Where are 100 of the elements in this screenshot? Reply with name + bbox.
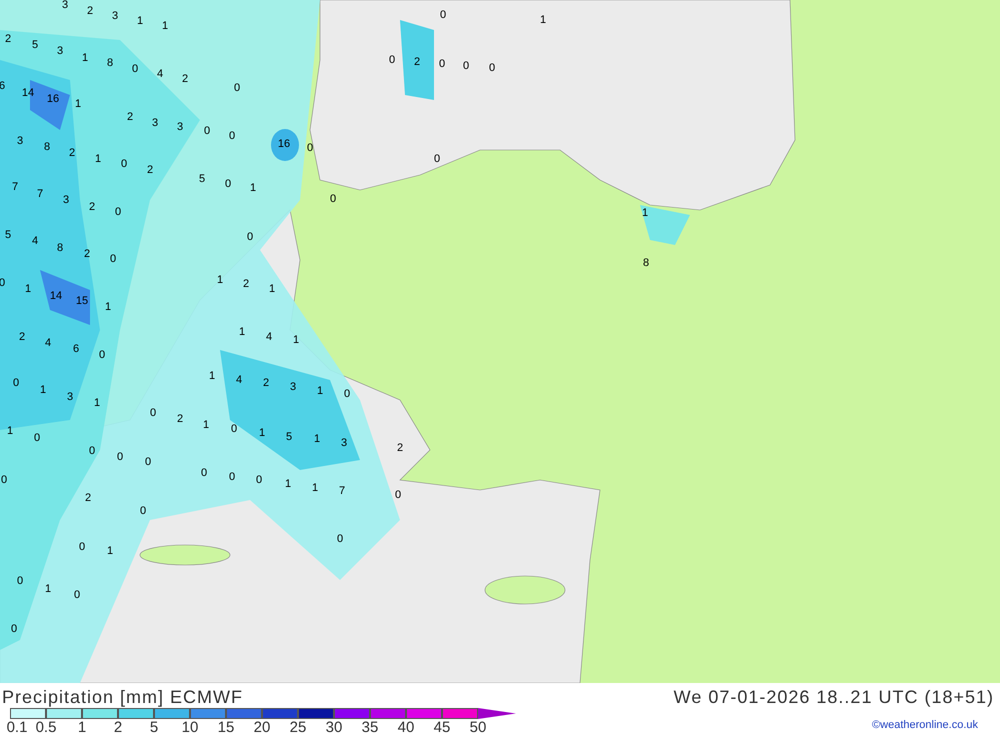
legend-value: 45 [434, 718, 450, 733]
precipitation-value: 3 [290, 381, 296, 393]
precipitation-value: 1 [6, 425, 14, 437]
legend-value: 30 [326, 718, 342, 733]
precipitation-value: 2 [182, 73, 188, 85]
precipitation-value: 0 [438, 58, 446, 70]
precipitation-value: 8 [642, 257, 650, 269]
valid-time: We 07-01-2026 18..21 UTC (18+51) [674, 686, 994, 709]
legend-value: 5 [150, 718, 158, 733]
legend-value: 2 [114, 718, 122, 733]
precipitation-value: 0 [10, 623, 18, 635]
precipitation-value: 0 [150, 407, 156, 419]
precipitation-value: 1 [250, 182, 256, 194]
precipitation-value: 1 [74, 98, 82, 110]
precipitation-value: 0 [488, 62, 496, 74]
precipitation-value: 0 [12, 377, 20, 389]
precipitation-value: 2 [126, 111, 134, 123]
precipitation-value: 0 [256, 474, 262, 486]
precipitation-value: 0 [16, 575, 24, 587]
precipitation-value: 1 [238, 326, 246, 338]
precipitation-value: 0 [78, 541, 86, 553]
precipitation-value: 1 [104, 301, 112, 313]
precipitation-value: 0 [394, 489, 402, 501]
legend-value: 0.1 [6, 718, 28, 733]
precipitation-value: 1 [292, 334, 300, 346]
precipitation-value: 16 [278, 138, 290, 150]
precipitation-value: 0 [230, 423, 238, 435]
precipitation-value: 4 [266, 331, 272, 343]
precipitation-value: 0 [434, 153, 440, 165]
precipitation-value: 3 [62, 194, 70, 206]
map-title: Precipitation [mm] ECMWF [2, 686, 244, 709]
precipitation-value: 0 [336, 533, 344, 545]
precipitation-value: 0 [116, 451, 124, 463]
precipitation-value: 0 [344, 388, 350, 400]
precipitation-value: 0 [110, 253, 116, 265]
legend-value: 50 [470, 718, 486, 733]
precipitation-value: 1 [314, 433, 320, 445]
precipitation-value: 1 [208, 370, 216, 382]
precipitation-value: 2 [88, 201, 96, 213]
precipitation-value: 14 [22, 87, 34, 99]
precipitation-value: 7 [12, 181, 18, 193]
precipitation-value: 0 [120, 158, 128, 170]
precipitation-value: 0 [140, 505, 146, 517]
precipitation-value: 3 [112, 10, 118, 22]
precipitation-value: 3 [152, 117, 158, 129]
legend-value: 15 [218, 718, 234, 733]
precipitation-value: 1 [44, 583, 52, 595]
precipitation-value: 1 [106, 545, 114, 557]
precipitation-value: 8 [106, 57, 114, 69]
precipitation-value: 3 [16, 135, 24, 147]
precipitation-value: 8 [56, 242, 64, 254]
precipitation-value: 1 [136, 15, 144, 27]
precipitation-value: 1 [268, 283, 276, 295]
precipitation-value: 4 [156, 68, 164, 80]
precipitation-value: 5 [286, 431, 292, 443]
precipitation-value: 2 [262, 377, 270, 389]
credit-link[interactable]: ©weatheronline.co.uk [872, 717, 978, 733]
precipitation-value: 2 [414, 56, 420, 68]
precipitation-value: 2 [146, 164, 154, 176]
precipitation-value: 2 [176, 413, 184, 425]
precipitation-value: 2 [68, 147, 76, 159]
precipitation-value: 4 [236, 374, 242, 386]
precipitation-value: 0 [88, 445, 96, 457]
precipitation-value: 2 [396, 442, 404, 454]
precipitation-value: 8 [44, 141, 50, 153]
precipitation-value: 0 [98, 349, 106, 361]
precipitation-value: 2 [4, 33, 12, 45]
precipitation-value: 0 [114, 206, 122, 218]
precipitation-value: 5 [4, 229, 12, 241]
precipitation-value: 0 [462, 60, 470, 72]
precipitation-value: 2 [84, 248, 90, 260]
precipitation-value: 3 [56, 45, 64, 57]
precipitation-value: 6 [72, 343, 80, 355]
precipitation-value: 15 [76, 295, 88, 307]
precipitation-value: 1 [316, 385, 324, 397]
precipitation-value: 1 [40, 384, 46, 396]
precipitation-value: 0 [234, 82, 240, 94]
precipitation-value: 1 [312, 482, 318, 494]
precipitation-value: 7 [36, 188, 44, 200]
precipitation-value: 2 [18, 331, 26, 343]
precipitation-value: 0 [246, 231, 254, 243]
precipitation-value: 3 [66, 391, 74, 403]
precipitation-value: 2 [86, 5, 94, 17]
precipitation-value: 1 [162, 20, 168, 32]
precipitation-value: 1 [216, 274, 224, 286]
precipitation-value: 0 [144, 456, 152, 468]
precipitation-value: 3 [176, 121, 184, 133]
precipitation-value: 0 [34, 432, 40, 444]
precipitation-value: 0 [306, 142, 314, 154]
precipitation-value: 7 [338, 485, 346, 497]
precipitation-value: 16 [46, 93, 60, 105]
precipitation-value: 1 [94, 153, 102, 165]
legend-value: 0.5 [36, 718, 56, 733]
precipitation-value: 5 [32, 39, 38, 51]
precipitation-value: 0 [74, 589, 80, 601]
precipitation-value: 0 [330, 193, 336, 205]
legend-value: 20 [254, 718, 270, 733]
precipitation-value: 0 [204, 125, 210, 137]
precipitation-value: 0 [440, 9, 446, 21]
precipitation-value: 0 [388, 54, 396, 66]
